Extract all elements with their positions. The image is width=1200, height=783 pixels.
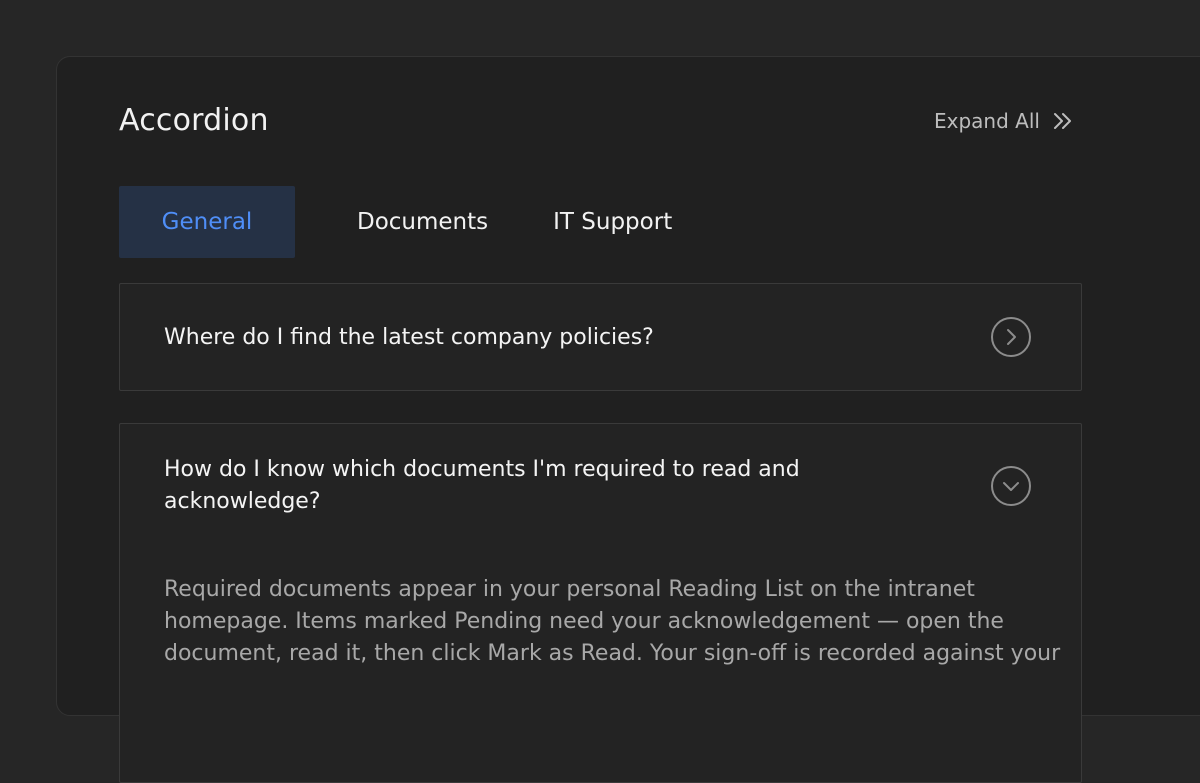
tab-it-support[interactable]: IT Support: [553, 186, 672, 258]
tab-it-support-label: IT Support: [553, 209, 673, 235]
tab-documents[interactable]: Documents: [357, 186, 488, 258]
chevron-down-circle-icon[interactable]: [991, 466, 1031, 506]
tab-general[interactable]: General: [119, 186, 295, 258]
accordion-answer: Required documents appear in your person…: [164, 577, 1061, 666]
accordion-item-required-documents[interactable]: How do I know which documents I'm requir…: [119, 423, 1082, 783]
accordion-panel: Accordion Expand All General Documents I…: [56, 56, 1200, 783]
accordion-item-policies[interactable]: Where do I find the latest company polic…: [119, 283, 1082, 391]
panel-title: Accordion: [119, 103, 269, 138]
tab-documents-label: Documents: [357, 209, 489, 235]
tab-general-label: General: [161, 209, 253, 235]
accordion-question: How do I know which documents I'm requir…: [164, 457, 800, 514]
chevron-right-circle-icon[interactable]: [991, 317, 1031, 357]
expand-all-label: Expand All: [934, 109, 1040, 133]
tab-bar: General Documents IT Support: [119, 186, 672, 258]
expand-all-button[interactable]: Expand All: [934, 109, 1074, 133]
double-chevron-right-icon: [1052, 110, 1074, 132]
accordion-question: Where do I find the latest company polic…: [164, 325, 654, 350]
